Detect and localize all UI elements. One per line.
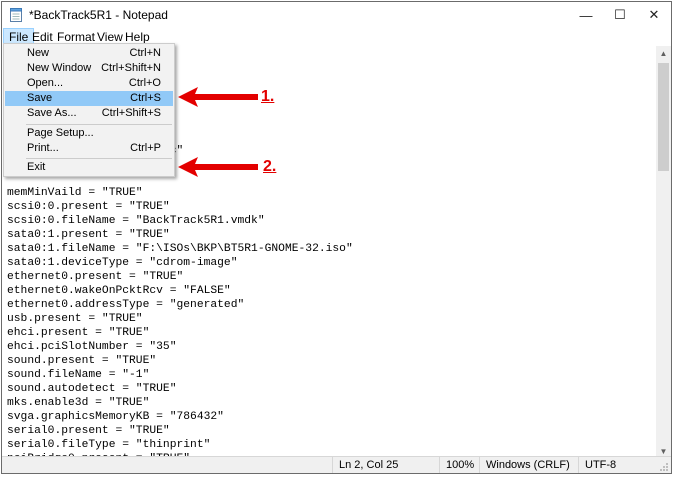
menu-item-label: New Window [27, 62, 92, 74]
status-zoom: 100% [439, 457, 479, 473]
menu-item-save-as[interactable]: Save As... Ctrl+Shift+S [5, 106, 173, 121]
menu-item-shortcut: Ctrl+O [128, 77, 161, 89]
vertical-scrollbar[interactable]: ▲ ▼ [656, 46, 671, 459]
scroll-thumb[interactable] [658, 63, 669, 171]
menu-item-shortcut: Ctrl+Shift+S [101, 107, 161, 119]
status-bar: Ln 2, Col 25 100% Windows (CRLF) UTF-8 [2, 456, 671, 473]
menu-item-shortcut: Ctrl+S [130, 92, 161, 104]
window-title: *BackTrack5R1 - Notepad [29, 8, 168, 22]
menu-item-open[interactable]: Open... Ctrl+O [5, 76, 173, 91]
notepad-icon [10, 8, 22, 22]
menu-item-label: Open... [27, 77, 64, 89]
menu-item-new-window[interactable]: New Window Ctrl+Shift+N [5, 61, 173, 76]
status-position: Ln 2, Col 25 [332, 457, 439, 473]
menu-item-label: New [27, 47, 50, 59]
minimize-button[interactable]: — [569, 2, 603, 28]
callout-exit-label: 2. [263, 158, 277, 175]
maximize-button[interactable]: ☐ [603, 2, 637, 28]
menu-item-save[interactable]: Save Ctrl+S [5, 91, 173, 106]
menu-separator [26, 158, 172, 159]
menu-item-label: Page Setup... [27, 127, 94, 139]
menu-item-new[interactable]: New Ctrl+N [5, 46, 173, 61]
callout-arrow-save-icon [178, 87, 258, 107]
menu-item-print[interactable]: Print... Ctrl+P [5, 141, 173, 156]
menu-item-label: Print... [27, 142, 59, 154]
title-bar[interactable]: *BackTrack5R1 - Notepad — ☐ ✕ [2, 2, 671, 28]
menu-item-exit[interactable]: Exit [5, 160, 173, 175]
file-menu-dropdown: New Ctrl+N New Window Ctrl+Shift+N Open.… [3, 43, 175, 177]
menu-item-label: Save [27, 92, 53, 104]
status-line-ending: Windows (CRLF) [479, 457, 578, 473]
close-button[interactable]: ✕ [637, 2, 671, 28]
status-encoding: UTF-8 [578, 457, 658, 473]
callout-arrow-exit-icon [178, 157, 258, 177]
menu-item-shortcut: Ctrl+N [129, 47, 161, 59]
callout-save-label: 1. [261, 88, 275, 105]
menu-item-label: Exit [27, 161, 46, 173]
resize-grip-icon[interactable] [659, 462, 669, 472]
menu-item-label: Save As... [27, 107, 77, 119]
menu-item-shortcut: Ctrl+Shift+N [101, 62, 161, 74]
menu-separator [26, 124, 172, 125]
scroll-up-icon[interactable]: ▲ [656, 46, 671, 61]
menu-item-page-setup[interactable]: Page Setup... [5, 126, 173, 141]
menu-item-shortcut: Ctrl+P [130, 142, 161, 154]
